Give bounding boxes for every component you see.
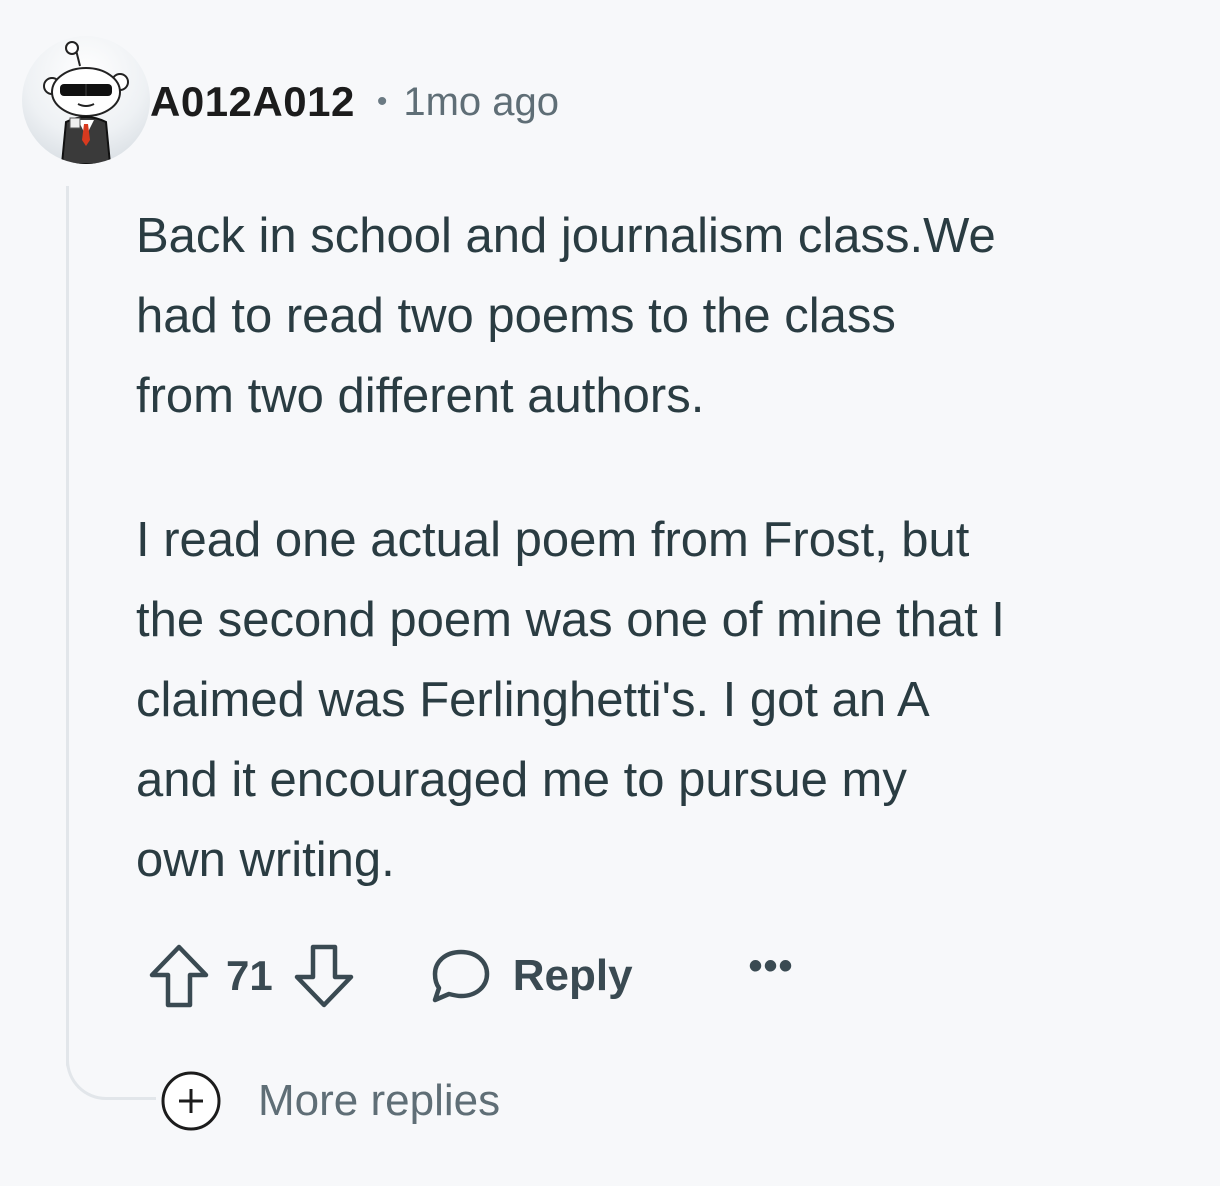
arrow-up-icon: [149, 944, 209, 1008]
thread-connector: [66, 1040, 156, 1100]
more-replies-button[interactable]: More replies: [160, 1070, 500, 1132]
timestamp[interactable]: 1mo ago: [403, 80, 559, 125]
avatar[interactable]: [22, 36, 150, 164]
comment-actions: 71 Reply •••: [146, 938, 794, 1014]
upvote-button[interactable]: [146, 941, 212, 1011]
downvote-button[interactable]: [291, 941, 357, 1011]
header-separator: •: [376, 85, 388, 118]
more-options-button[interactable]: •••: [749, 944, 794, 989]
thread-line: [66, 186, 69, 1068]
comment-paragraph-2: I read one actual poem from Frost, but t…: [136, 513, 1005, 887]
speech-bubble-icon: [432, 949, 489, 1003]
arrow-down-icon: [294, 944, 353, 1008]
vote-count: 71: [226, 952, 273, 999]
comment-header: A012A012 • 1mo ago: [150, 74, 559, 130]
reply-button[interactable]: Reply: [429, 946, 633, 1006]
username[interactable]: A012A012: [150, 78, 355, 126]
comment-body: Back in school and journalism class.We h…: [136, 196, 1196, 900]
plus-circle-icon: [161, 1071, 221, 1131]
snoo-avatar-icon: [43, 41, 129, 164]
more-replies-label: More replies: [258, 1076, 501, 1125]
reply-label: Reply: [512, 951, 633, 1000]
comment-paragraph-1: Back in school and journalism class.We h…: [136, 209, 996, 423]
